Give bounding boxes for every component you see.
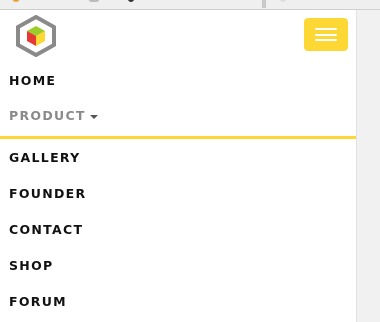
nav-menu: HOME PRODUCT GALLERY FOUNDER CONTACT SHO… <box>0 62 356 319</box>
nav-item-shop[interactable]: SHOP <box>0 247 356 283</box>
nav-item-forum[interactable]: FORUM <box>0 283 356 319</box>
menu-toggle-button[interactable] <box>304 18 348 51</box>
nav-item-label: GALLERY <box>9 149 81 165</box>
scrollbar[interactable] <box>356 10 380 322</box>
hamburger-icon <box>315 28 337 30</box>
nav-item-product[interactable]: PRODUCT <box>0 98 356 139</box>
nav-item-home[interactable]: HOME <box>0 62 356 98</box>
nav-item-gallery[interactable]: GALLERY <box>0 139 356 175</box>
browser-strip-fragment <box>280 0 286 2</box>
nav-item-label: HOME <box>9 72 57 88</box>
nav-item-label: FORUM <box>9 293 67 309</box>
nav-item-contact[interactable]: CONTACT <box>0 211 356 247</box>
page-viewport: HOME PRODUCT GALLERY FOUNDER CONTACT SHO… <box>0 10 356 322</box>
nav-item-label: PRODUCT <box>9 108 86 123</box>
caret-down-icon <box>89 114 98 119</box>
browser-strip-fragment <box>128 0 134 2</box>
browser-strip-fragment <box>12 0 20 2</box>
navbar <box>0 10 356 62</box>
hexagon-cube-logo[interactable] <box>14 15 58 57</box>
nav-item-label: FOUNDER <box>9 185 87 201</box>
nav-item-label: SHOP <box>9 257 54 273</box>
nav-item-founder[interactable]: FOUNDER <box>0 175 356 211</box>
browser-toolbar-strip <box>0 0 380 10</box>
hamburger-icon <box>315 33 337 36</box>
nav-item-label: CONTACT <box>9 221 84 237</box>
browser-strip-fragment <box>88 0 100 2</box>
hamburger-icon <box>315 39 337 41</box>
browser-strip-fragment <box>262 0 266 8</box>
